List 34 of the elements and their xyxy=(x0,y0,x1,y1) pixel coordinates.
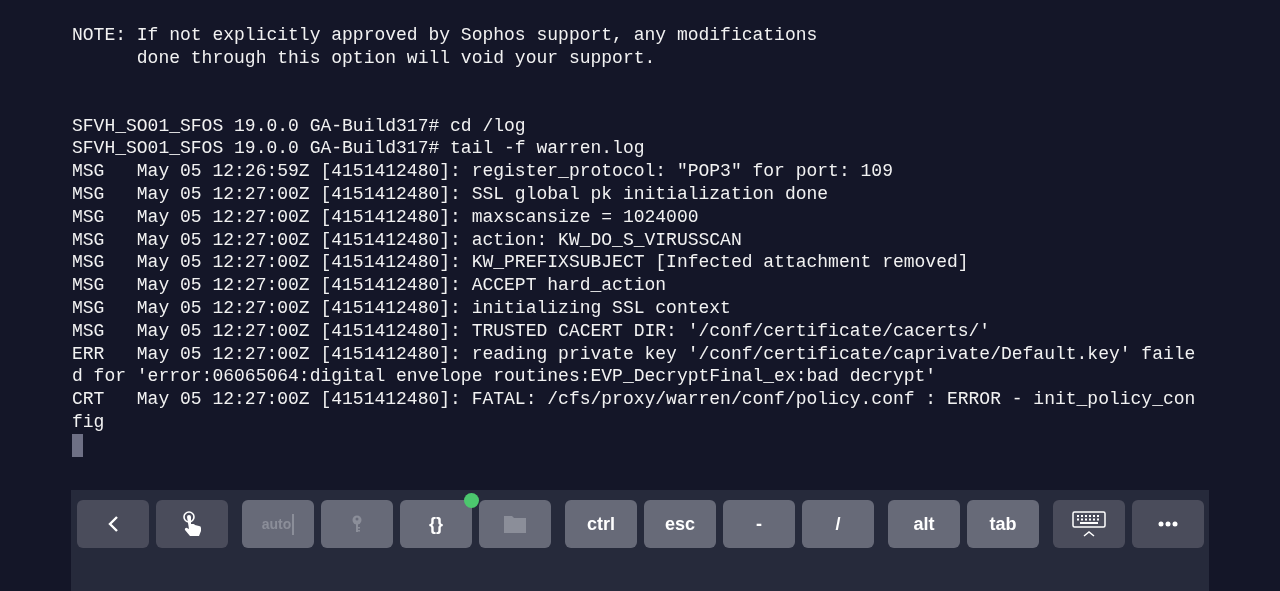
terminal-line: MSG May 05 12:27:00Z [4151412480]: action: KW_DO_S_VIRUSSCAN xyxy=(72,228,743,252)
back-icon xyxy=(107,515,119,533)
terminal-line: MSG May 05 12:27:00Z [4151412480]: initializing SSL context xyxy=(72,296,732,320)
terminal-line: SFVH_SO01_SFOS 19.0.0 GA-Build317# cd /log xyxy=(72,114,527,138)
key-icon xyxy=(352,515,362,533)
terminal-line: NOTE: If not explicitly approved by Sophos support, any modifications xyxy=(72,24,819,47)
key-button[interactable]: ctrl xyxy=(565,500,637,548)
terminal-line: MSG May 05 12:27:00Z [4151412480]: KW_PREFIXSUBJECT [Infected attachment removed] xyxy=(72,251,970,275)
terminal-line: ERR May 05 12:27:00Z [4151412480]: reading private key '/conf/certificate/caprivate/Default.key' faile xyxy=(72,342,1197,366)
terminal-line: done through this option will void your support. xyxy=(135,46,657,70)
key-button[interactable]: - xyxy=(723,500,795,548)
terminal-line: SFVH_SO01_SFOS 19.0.0 GA-Build317# tail -f warren.log xyxy=(72,137,646,161)
terminal-line: MSG May 05 12:27:00Z [4151412480]: ACCEPT hard_action xyxy=(72,274,668,297)
cursor xyxy=(72,433,83,457)
terminal-line: d for 'error:06065064:digital envelope routines:EVP_DecryptFinal_ex:bad decrypt' xyxy=(72,365,938,389)
touch-button[interactable] xyxy=(156,500,228,548)
terminal-line: CRT May 05 12:27:00Z [4151412480]: FATAL: /cfs/proxy/warren/conf/policy.conf : ERROR - init_policy_con xyxy=(72,388,1197,411)
more-button[interactable] xyxy=(1132,500,1204,548)
more-icon xyxy=(1158,521,1178,527)
tap-finger-icon xyxy=(182,511,202,537)
key-button[interactable]: alt xyxy=(888,500,960,548)
terminal-line: fig xyxy=(72,410,106,434)
terminal-line: MSG May 05 12:27:00Z [4151412480]: SSL global pk initialization done xyxy=(72,183,830,206)
key-button[interactable]: esc xyxy=(644,500,716,548)
terminal-line: MSG May 05 12:27:00Z [4151412480]: TRUSTED CACERT DIR: '/conf/certificate/cacerts/' xyxy=(72,319,992,343)
keyboard-hide-icon xyxy=(1072,511,1106,537)
back-button[interactable] xyxy=(77,500,149,548)
keyboard-button[interactable] xyxy=(1053,500,1125,548)
key-button[interactable]: tab xyxy=(967,500,1039,548)
terminal-line: MSG May 05 12:26:59Z [4151412480]: register_protocol: "POP3" for port: 109 xyxy=(72,160,894,183)
key-button[interactable]: {} xyxy=(400,500,472,548)
terminal-line: MSG May 05 12:27:00Z [4151412480]: maxscansize = 1024000 xyxy=(72,205,700,229)
folder-icon xyxy=(504,515,526,533)
key-button[interactable]: / xyxy=(802,500,874,548)
